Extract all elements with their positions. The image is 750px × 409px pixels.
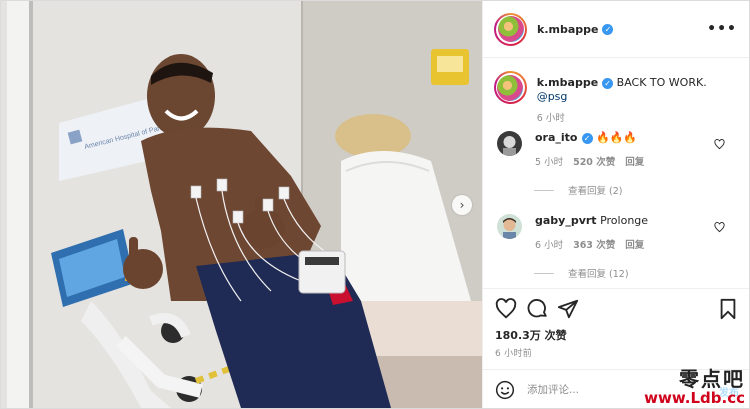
commenter-username[interactable]: ora_ito bbox=[535, 131, 578, 144]
chevron-right-icon: › bbox=[459, 198, 465, 212]
post-photo[interactable]: American Hospital of Paris › bbox=[1, 1, 482, 408]
watermark-line1: 零点吧 bbox=[679, 367, 745, 391]
smiley-icon[interactable] bbox=[495, 380, 515, 400]
comment-item: gaby_pvrt Prolonge 6 小时 363 次赞 回复 bbox=[497, 214, 737, 251]
photo-illustration: American Hospital of Paris bbox=[1, 1, 482, 408]
verified-badge-icon: ✓ bbox=[602, 77, 614, 89]
heart-icon[interactable] bbox=[495, 298, 517, 320]
caption-username[interactable]: k.mbappe bbox=[537, 76, 598, 89]
post-header: k.mbappe ✓ ••• bbox=[483, 1, 749, 58]
post-like-count[interactable]: 180.3万 次赞 bbox=[495, 327, 567, 343]
view-replies-link[interactable]: 查看回复 (12) bbox=[534, 266, 629, 280]
instagram-post-modal: American Hospital of Paris › k.mbappe ✓ … bbox=[0, 0, 750, 409]
view-replies-link[interactable]: 查看回复 (2) bbox=[534, 183, 622, 197]
author-username[interactable]: k.mbappe bbox=[537, 23, 598, 36]
comment-text: 🔥🔥🔥 bbox=[596, 131, 638, 144]
comment-bubble-icon[interactable] bbox=[527, 298, 549, 320]
comment-like-count[interactable]: 520 次赞 bbox=[573, 154, 615, 168]
bookmark-icon[interactable] bbox=[717, 298, 739, 320]
commenter-username[interactable]: gaby_pvrt bbox=[535, 214, 597, 227]
author-avatar[interactable] bbox=[494, 12, 527, 46]
comment-reply-button[interactable]: 回复 bbox=[625, 237, 644, 251]
next-photo-button[interactable]: › bbox=[452, 195, 472, 215]
post-time[interactable]: 6 小时前 bbox=[495, 346, 532, 359]
post-caption: k.mbappe ✓ BACK TO WORK. @psg 6 小时 bbox=[494, 71, 739, 124]
comment-heart-icon[interactable] bbox=[714, 139, 725, 150]
caption-avatar[interactable] bbox=[494, 71, 527, 104]
comment-heart-icon[interactable] bbox=[714, 222, 725, 233]
caption-time[interactable]: 6 小时 bbox=[537, 110, 739, 124]
paper-plane-icon[interactable] bbox=[557, 298, 579, 320]
site-watermark: 零点吧 www.Ldb.cc bbox=[644, 369, 745, 406]
comment-like-count[interactable]: 363 次赞 bbox=[573, 237, 615, 251]
comment-reply-button[interactable]: 回复 bbox=[625, 154, 644, 168]
watermark-line2: www.Ldb.cc bbox=[644, 389, 745, 407]
comment-text: Prolonge bbox=[600, 214, 649, 227]
comment-time[interactable]: 6 小时 bbox=[535, 237, 563, 251]
caption-text: BACK TO WORK. bbox=[616, 76, 707, 89]
commenter-avatar[interactable] bbox=[497, 214, 522, 239]
verified-badge-icon: ✓ bbox=[602, 23, 614, 35]
comment-time[interactable]: 5 小时 bbox=[535, 154, 563, 168]
post-side-panel: k.mbappe ✓ ••• k.mbappe ✓ BACK TO WORK. @… bbox=[482, 1, 749, 408]
caption-mention-link[interactable]: @psg bbox=[537, 90, 568, 103]
comment-item: ora_ito ✓ 🔥🔥🔥 5 小时 520 次赞 回复 bbox=[497, 131, 737, 168]
view-replies-label: 查看回复 (12) bbox=[568, 269, 629, 280]
view-replies-label: 查看回复 (2) bbox=[568, 186, 623, 197]
verified-badge-icon: ✓ bbox=[581, 132, 593, 144]
more-dots-icon[interactable]: ••• bbox=[707, 21, 737, 37]
commenter-avatar[interactable] bbox=[497, 131, 522, 156]
